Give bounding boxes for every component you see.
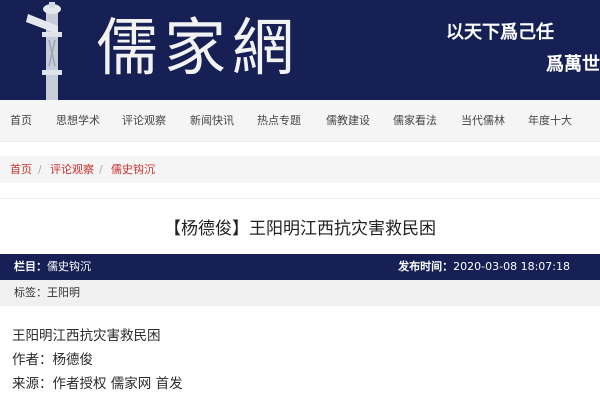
breadcrumb: 首页 / 评论观察 / 儒史钩沉 bbox=[0, 156, 600, 183]
site-motto-line1: 以天下爲己任 bbox=[446, 22, 554, 43]
column-value[interactable]: 儒史钩沉 bbox=[47, 260, 91, 273]
article-tags: 标签：王阳明 bbox=[14, 280, 80, 306]
nav-item-commentary[interactable]: 评论观察 bbox=[122, 100, 166, 141]
nav-item-contemporary[interactable]: 当代儒林 bbox=[461, 100, 505, 141]
tag-link[interactable]: 王阳明 bbox=[47, 286, 80, 299]
body-title-line: 王阳明江西抗灾害救民困 bbox=[12, 328, 161, 344]
nav-item-annual-top10[interactable]: 年度十大 bbox=[528, 100, 572, 141]
nav-item-news[interactable]: 新闻快讯 bbox=[190, 100, 234, 141]
tags-label: 标签： bbox=[14, 286, 47, 299]
nav-item-home[interactable]: 首页 bbox=[10, 100, 32, 141]
divider bbox=[0, 198, 600, 199]
huabiao-pillar-icon bbox=[26, 2, 62, 100]
article-meta-bar: 栏目：儒史钩沉 发布时间：2020-03-08 18:07:18 bbox=[0, 254, 600, 280]
article-column: 栏目：儒史钩沉 bbox=[14, 254, 91, 280]
breadcrumb-separator: / bbox=[99, 163, 103, 176]
nav-item-confucian-views[interactable]: 儒家看法 bbox=[393, 100, 437, 141]
article-published: 发布时间：2020-03-08 18:07:18 bbox=[398, 254, 570, 280]
article-title: 【杨德俊】王阳明江西抗灾害救民困 bbox=[164, 219, 436, 239]
site-banner: 儒家網 以天下爲己任 爲萬世 bbox=[0, 0, 600, 100]
breadcrumb-separator: / bbox=[38, 163, 42, 176]
article-tags-bar: 标签：王阳明 bbox=[0, 280, 600, 306]
breadcrumb-current[interactable]: 儒史钩沉 bbox=[111, 156, 155, 183]
published-value: 2020-03-08 18:07:18 bbox=[453, 260, 570, 273]
site-logo[interactable]: 儒家網 bbox=[96, 8, 300, 88]
published-label: 发布时间： bbox=[398, 260, 454, 273]
nav-item-thought-scholarship[interactable]: 思想学术 bbox=[56, 100, 100, 141]
site-motto-line2: 爲萬世 bbox=[546, 54, 600, 75]
body-source-line: 来源：作者授权 儒家网 首发 bbox=[12, 376, 183, 392]
nav-item-hot-topics[interactable]: 热点专题 bbox=[257, 100, 301, 141]
main-nav: 首页 思想学术 评论观察 新闻快讯 热点专题 儒教建设 儒家看法 当代儒林 年度… bbox=[0, 100, 600, 142]
body-author-line: 作者：杨德俊 bbox=[12, 352, 93, 368]
nav-item-confucian-religion[interactable]: 儒教建设 bbox=[326, 100, 370, 141]
breadcrumb-commentary[interactable]: 评论观察 bbox=[50, 156, 94, 183]
breadcrumb-home[interactable]: 首页 bbox=[10, 156, 32, 183]
column-label: 栏目： bbox=[14, 260, 47, 273]
